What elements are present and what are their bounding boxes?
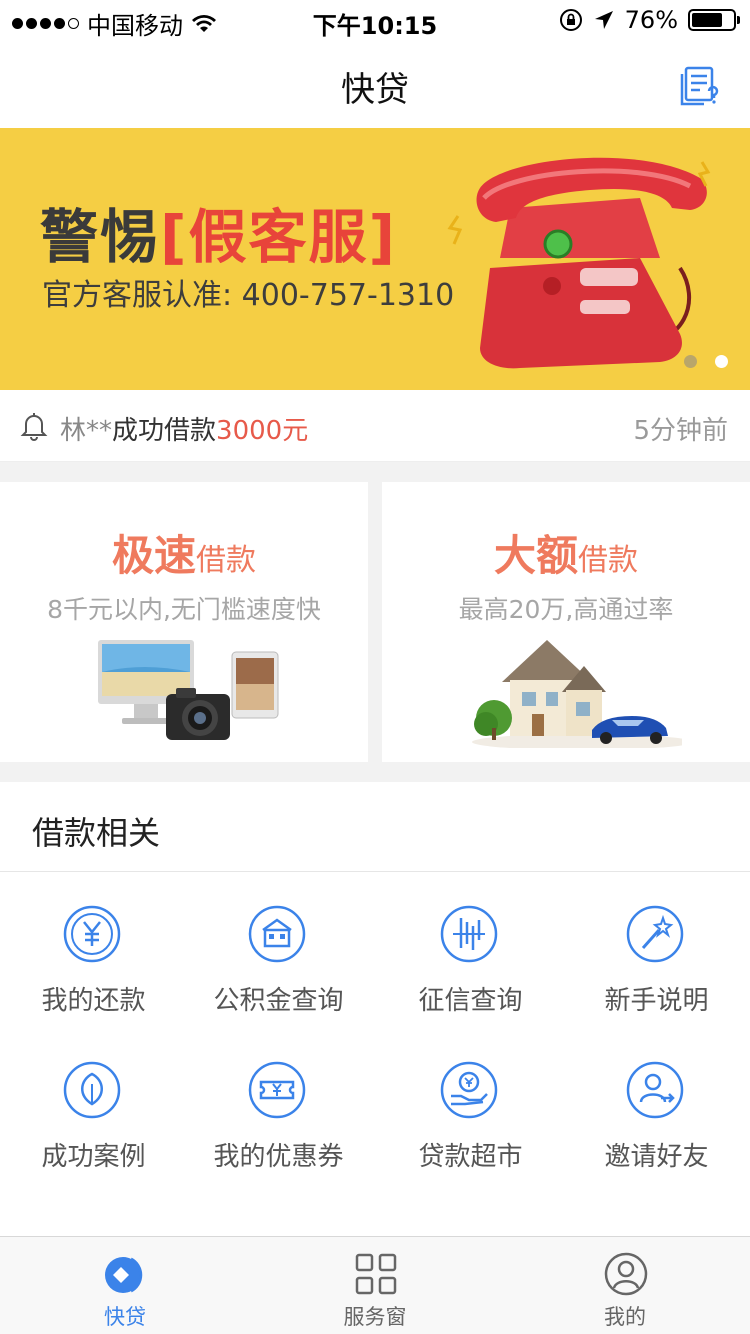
document-question-icon[interactable] <box>680 64 722 106</box>
grid-item-label: 邀请好友 <box>604 1142 709 1172</box>
battery-fill <box>692 13 723 27</box>
credit-report-icon <box>440 905 498 963</box>
invite-user-icon <box>626 1061 684 1119</box>
grid-item-label: 成功案例 <box>41 1142 146 1172</box>
battery-icon <box>688 9 740 31</box>
yuan-coin-icon <box>63 905 121 963</box>
section-title: 借款相关 <box>32 814 161 852</box>
notice-message: 林**成功借款3000元 <box>60 410 308 447</box>
red-telephone-icon <box>447 157 711 369</box>
notice-action: 成功借款 <box>112 416 217 446</box>
tab-quick-loan[interactable]: 快贷 <box>0 1237 250 1334</box>
building-icon <box>248 905 306 963</box>
banner-dot[interactable] <box>684 355 697 368</box>
house-car-image <box>472 640 682 748</box>
card-title-sub: 借款 <box>578 543 638 578</box>
section-header: 借款相关 <box>0 782 750 872</box>
tab-label: 服务窗 <box>343 1305 407 1329</box>
rotation-lock-icon <box>559 9 582 31</box>
banner-subtitle: 官方客服认准: 400-757-1310 <box>42 278 455 313</box>
banner-dot-active[interactable] <box>715 355 728 368</box>
notice-name: 林** <box>60 416 113 446</box>
large-loan-card[interactable]: 大额借款 最高20万,高通过率 <box>382 482 750 762</box>
coupon-icon <box>248 1061 306 1119</box>
banner-pager <box>684 355 728 368</box>
grid-item-label: 征信查询 <box>418 986 523 1016</box>
card-description: 8千元以内,无门槛速度快 <box>47 595 321 624</box>
card-title: 极速借款 <box>0 522 368 583</box>
grid-icon <box>355 1253 397 1295</box>
grid-item-loan-market[interactable]: 贷款超市 <box>377 1060 564 1190</box>
banner-headline-highlight: [假客服] <box>160 203 398 271</box>
grid-item-label: 我的优惠券 <box>213 1142 344 1172</box>
tab-label: 快贷 <box>104 1305 146 1329</box>
page-title: 快贷 <box>341 70 409 110</box>
status-bar: 中国移动 下午10:15 76% <box>0 0 750 40</box>
quick-loan-icon <box>105 1257 143 1293</box>
grid-item-label: 我的还款 <box>41 986 146 1016</box>
grid-item-my-coupons[interactable]: 我的优惠券 <box>185 1060 372 1190</box>
banner-headline-prefix: 警惕 <box>40 203 161 271</box>
tab-mine[interactable]: 我的 <box>500 1237 750 1334</box>
hand-coin-icon <box>440 1061 498 1119</box>
status-right: 76% <box>559 6 740 34</box>
grid-item-success-cases[interactable]: 成功案例 <box>0 1060 187 1190</box>
magic-wand-icon <box>626 905 684 963</box>
card-title: 大额借款 <box>382 522 750 583</box>
battery-percent: 76% <box>624 6 678 34</box>
grid-item-label: 公积金查询 <box>213 986 344 1016</box>
loan-related-section: 借款相关 我的还款 公积金查询 征信查询 新手说明 成功案例 我的优惠券 贷款超… <box>0 782 750 1236</box>
nav-bar: 快贷 <box>0 40 750 128</box>
notice-amount: 3000元 <box>216 416 309 446</box>
app-screen: 中国移动 下午10:15 76% 快贷 警惕[假客服] 官方客服认准: 400-… <box>0 0 750 1334</box>
card-description: 最高20万,高通过率 <box>458 595 674 624</box>
tab-label: 我的 <box>604 1305 646 1329</box>
grid-item-label: 贷款超市 <box>418 1142 523 1172</box>
card-title-main: 大额 <box>493 531 578 580</box>
loan-notice-bar: 林**成功借款3000元 5分钟前 <box>0 390 750 462</box>
grid-item-beginner-guide[interactable]: 新手说明 <box>563 904 750 1034</box>
electronics-image <box>98 640 279 740</box>
banner-headline: 警惕[假客服] <box>40 190 397 274</box>
location-arrow-icon <box>594 11 613 29</box>
tab-bar: 快贷 服务窗 我的 <box>0 1236 750 1334</box>
grid-item-my-repayment[interactable]: 我的还款 <box>0 904 187 1034</box>
bell-icon <box>20 413 48 441</box>
grid-item-credit-check[interactable]: 征信查询 <box>377 904 564 1034</box>
leaf-icon <box>63 1061 121 1119</box>
grid-item-housing-fund[interactable]: 公积金查询 <box>185 904 372 1034</box>
fast-loan-card[interactable]: 极速借款 8千元以内,无门槛速度快 <box>0 482 368 762</box>
tab-service-window[interactable]: 服务窗 <box>250 1237 500 1334</box>
card-title-main: 极速 <box>111 531 196 580</box>
grid-item-invite-friends[interactable]: 邀请好友 <box>563 1060 750 1190</box>
user-icon <box>604 1252 648 1296</box>
card-title-sub: 借款 <box>196 543 256 578</box>
notice-time: 5分钟前 <box>633 416 728 446</box>
promo-banner[interactable]: 警惕[假客服] 官方客服认准: 400-757-1310 <box>0 128 750 390</box>
grid-item-label: 新手说明 <box>604 986 709 1016</box>
